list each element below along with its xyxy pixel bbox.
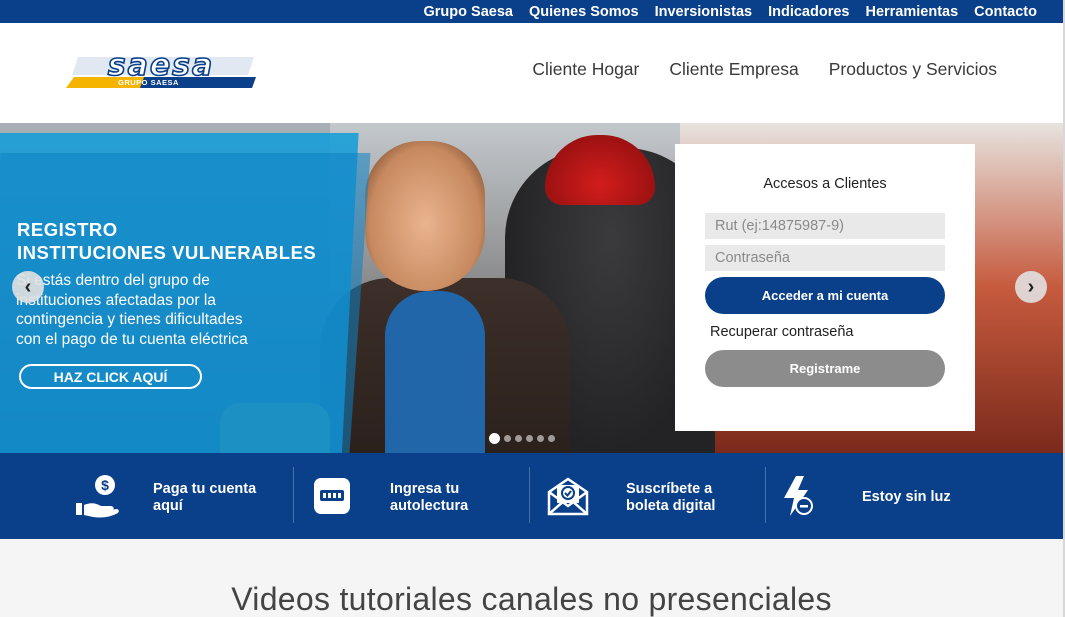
promo-cta-button[interactable]: HAZ CLICK AQUÍ: [19, 364, 202, 389]
woman-shirt: [385, 291, 485, 453]
utility-link-indicadores[interactable]: Indicadores: [768, 4, 849, 20]
quick-link-self-reading[interactable]: Ingresa tu autolectura: [293, 453, 529, 539]
utility-link-herramientas[interactable]: Herramientas: [865, 4, 958, 20]
quick-link-label: Suscríbete a boleta digital: [626, 481, 716, 514]
envelope-check-icon: [543, 471, 593, 521]
woman-face: [365, 141, 485, 291]
utility-link-contacto[interactable]: Contacto: [974, 4, 1037, 20]
pay-hand-icon: $: [72, 471, 122, 521]
utility-nav: Grupo Saesa Quienes Somos Inversionistas…: [424, 0, 1037, 23]
quick-link-label: Estoy sin luz: [862, 489, 951, 505]
chevron-right-icon: ›: [1027, 275, 1035, 298]
nav-cliente-hogar[interactable]: Cliente Hogar: [532, 59, 639, 80]
slider-dot-6[interactable]: [548, 435, 555, 442]
slider-dot-1[interactable]: [489, 433, 500, 444]
quick-link-power-outage[interactable]: Estoy sin luz: [765, 453, 1063, 539]
quick-link-label: Paga tu cuenta aquí: [153, 481, 257, 514]
chevron-left-icon: ‹: [24, 275, 32, 298]
power-outage-icon: [773, 471, 823, 521]
quick-link-label: Ingresa tu autolectura: [390, 481, 469, 514]
client-login-card: Accesos a Clientes Acceder a mi cuenta R…: [675, 144, 975, 431]
utility-link-grupo-saesa[interactable]: Grupo Saesa: [424, 4, 513, 20]
slider-dot-3[interactable]: [515, 435, 522, 442]
page: Grupo Saesa Quienes Somos Inversionistas…: [0, 0, 1065, 617]
saesa-logo[interactable]: saesa GRUPO SAESA: [66, 50, 256, 91]
nav-productos-servicios[interactable]: Productos y Servicios: [829, 59, 997, 80]
svg-text:$: $: [101, 477, 109, 493]
main-nav: Cliente Hogar Cliente Empresa Productos …: [532, 59, 997, 80]
slider-dot-2[interactable]: [504, 435, 511, 442]
slider-prev-button[interactable]: ‹: [12, 271, 44, 303]
rut-input[interactable]: [705, 213, 945, 239]
slider-dot-4[interactable]: [526, 435, 533, 442]
promo-title: REGISTRO INSTITUCIONES VULNERABLES: [17, 219, 317, 263]
slider-dot-5[interactable]: [537, 435, 544, 442]
promo-text: Si estás dentro del grupo de institucion…: [16, 272, 248, 348]
nav-cliente-empresa[interactable]: Cliente Empresa: [669, 59, 798, 80]
login-title: Accesos a Clientes: [763, 176, 887, 192]
recover-password-link[interactable]: Recuperar contraseña: [710, 324, 853, 340]
login-submit-button[interactable]: Acceder a mi cuenta: [705, 277, 945, 314]
logo-subtext: GRUPO SAESA: [118, 78, 179, 87]
tutorials-section: Videos tutoriales canales no presenciale…: [0, 539, 1065, 617]
quick-link-digital-bill[interactable]: Suscríbete a boleta digital: [529, 453, 765, 539]
site-header: saesa GRUPO SAESA Cliente Hogar Cliente …: [0, 23, 1065, 123]
logo-wordmark: saesa: [107, 48, 215, 83]
utility-link-inversionistas[interactable]: Inversionistas: [655, 4, 753, 20]
register-button[interactable]: Registrame: [705, 350, 945, 387]
utility-link-quienes-somos[interactable]: Quienes Somos: [529, 4, 639, 20]
slider-dots: [489, 433, 555, 444]
meter-icon: [307, 471, 357, 521]
section-title: Videos tutoriales canales no presenciale…: [231, 581, 832, 617]
password-input[interactable]: [705, 245, 945, 271]
slider-next-button[interactable]: ›: [1015, 271, 1047, 303]
quick-link-pay-bill[interactable]: $ Paga tu cuenta aquí: [0, 453, 293, 539]
top-utility-bar: Grupo Saesa Quienes Somos Inversionistas…: [0, 0, 1065, 23]
quick-links-band: $ Paga tu cuenta aquí Ingresa tu autolec…: [0, 453, 1063, 539]
